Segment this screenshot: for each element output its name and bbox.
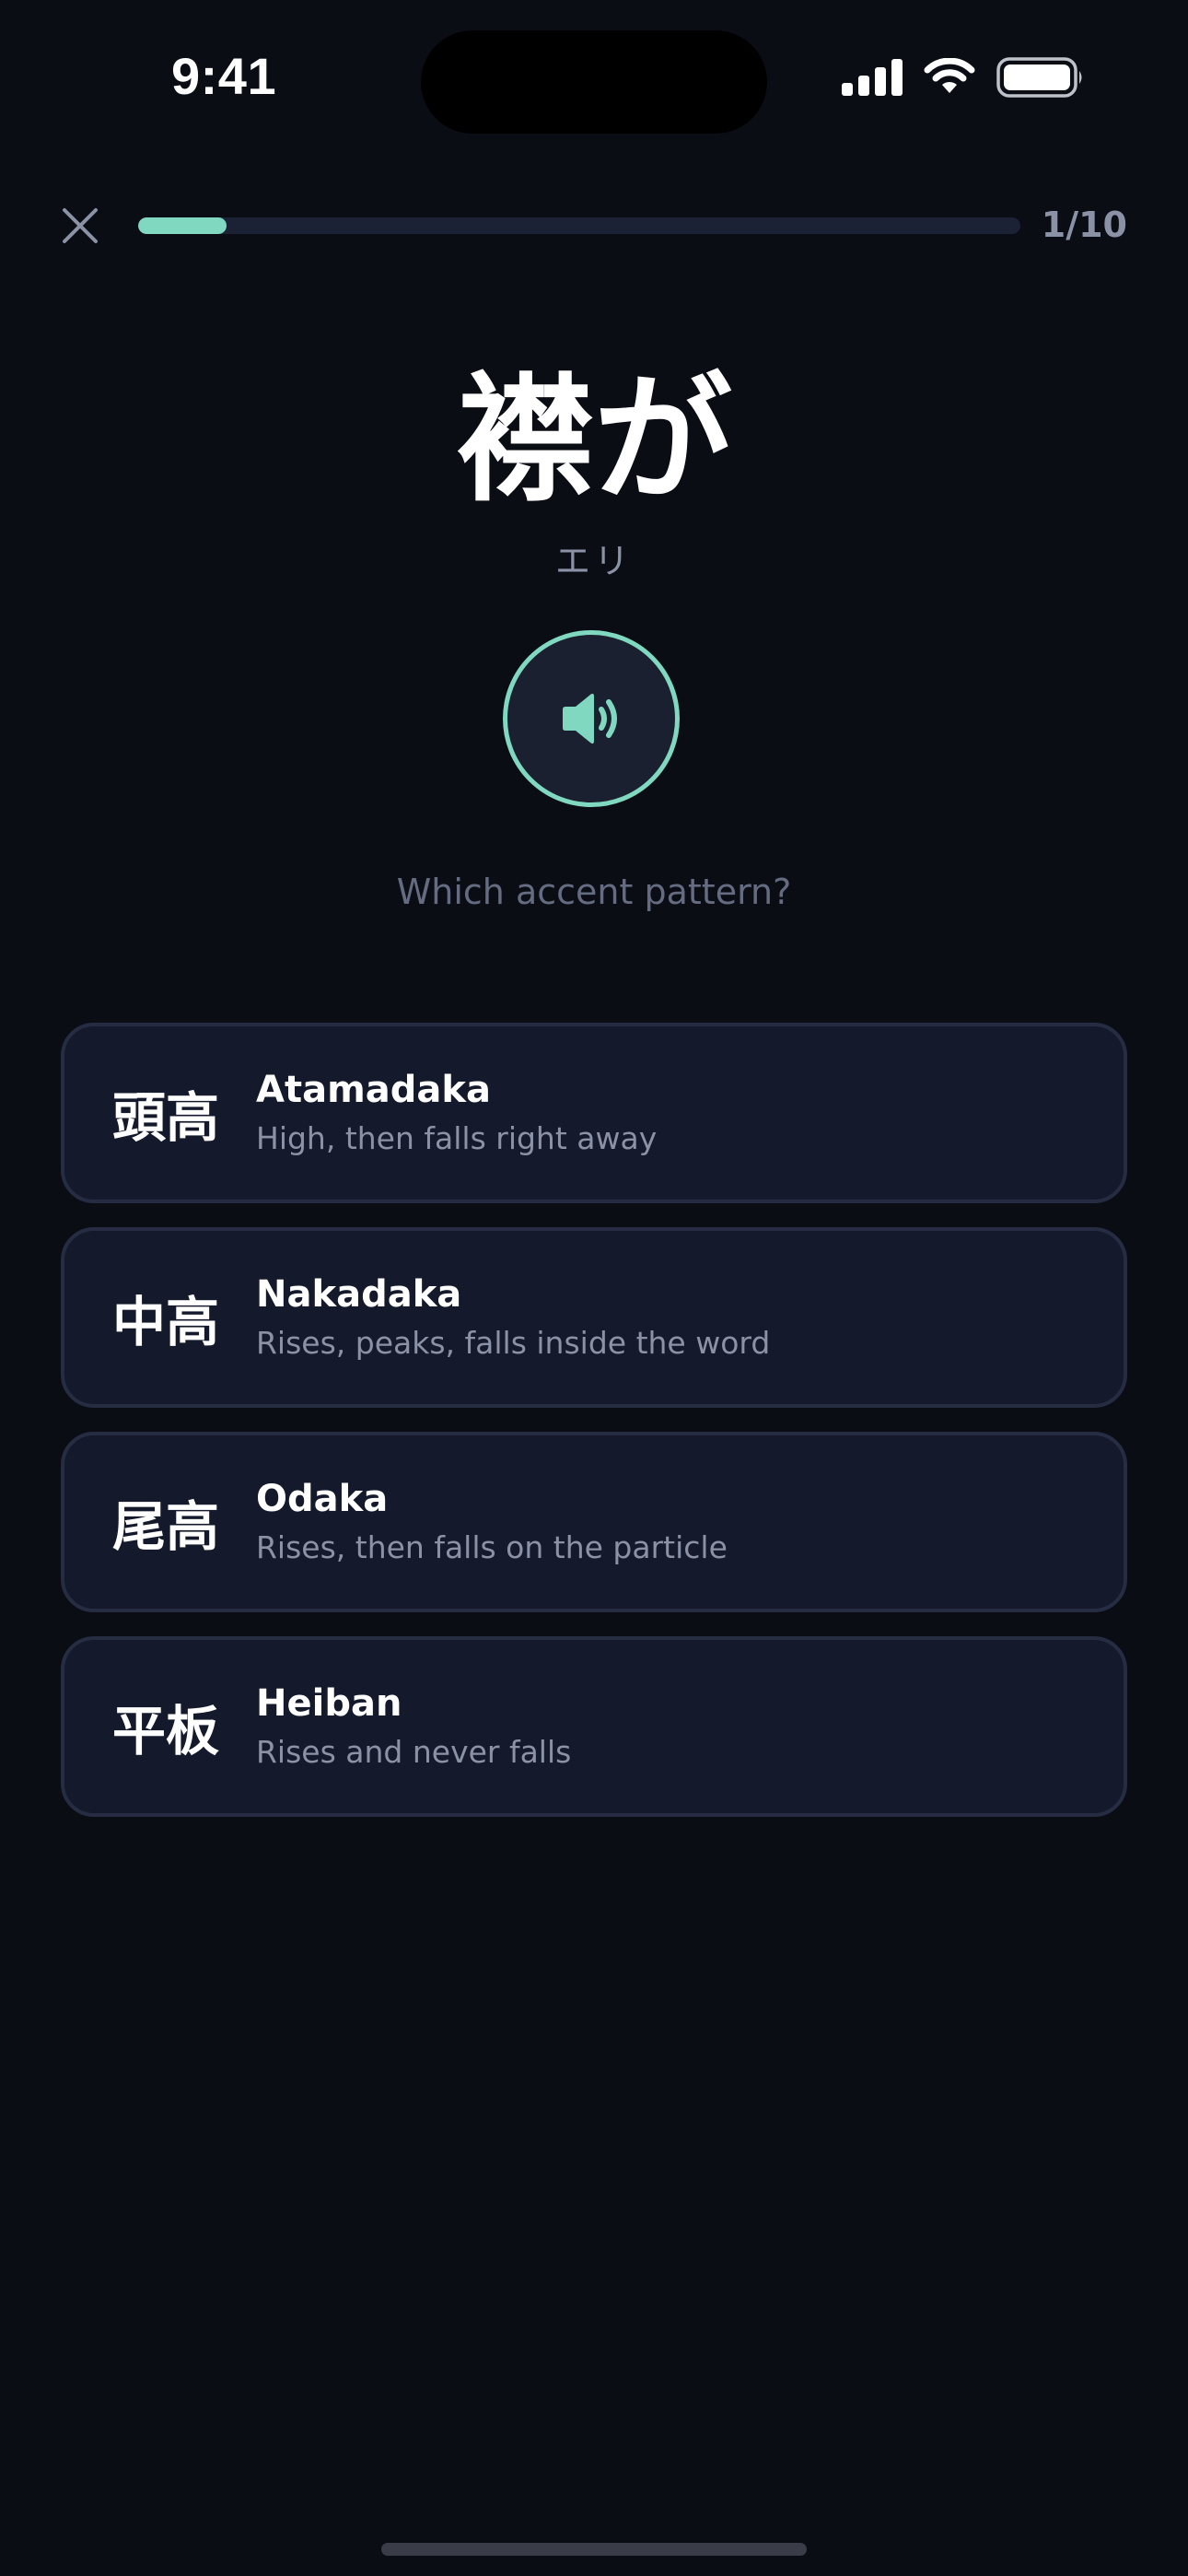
status-time: 9:41 (171, 47, 277, 105)
option-kanji: 頭高 (112, 1086, 220, 1149)
option-title: Nakadaka (256, 1273, 462, 1316)
dynamic-island (421, 30, 767, 134)
option-odaka[interactable]: 尾高 Odaka Rises, then falls on the partic… (61, 1432, 1127, 1612)
option-atamadaka[interactable]: 頭高 Atamadaka High, then falls right away (61, 1023, 1127, 1203)
option-title: Atamadaka (256, 1069, 491, 1111)
close-button[interactable] (59, 205, 101, 247)
option-kanji: 尾高 (112, 1495, 220, 1558)
option-description: Rises, peaks, falls inside the word (256, 1325, 771, 1361)
option-heiban[interactable]: 平板 Heiban Rises and never falls (61, 1636, 1127, 1817)
play-audio-button[interactable] (503, 630, 680, 807)
target-word: 襟が (455, 360, 732, 521)
option-description: High, then falls right away (256, 1120, 658, 1156)
option-description: Rises, then falls on the particle (256, 1529, 728, 1565)
option-kanji: 中高 (112, 1291, 220, 1353)
speaker-icon (563, 693, 617, 744)
progress-bar-fill (138, 217, 227, 234)
option-title: Heiban (256, 1682, 402, 1725)
home-indicator[interactable] (381, 2543, 807, 2556)
answer-options: 頭高 Atamadaka High, then falls right away… (61, 1023, 1127, 1817)
wifi-icon (923, 58, 976, 97)
option-nakadaka[interactable]: 中高 Nakadaka Rises, peaks, falls inside t… (61, 1227, 1127, 1408)
cellular-signal-icon (842, 59, 903, 96)
option-kanji: 平板 (112, 1700, 220, 1762)
status-icons (842, 57, 1085, 98)
option-description: Rises and never falls (256, 1734, 572, 1770)
progress-count: 1/10 (1041, 205, 1127, 245)
word-reading: エリ (554, 541, 633, 581)
battery-icon (996, 57, 1085, 98)
close-icon (63, 208, 98, 243)
progress-bar (138, 217, 1020, 234)
question-prompt: Which accent pattern? (396, 872, 792, 912)
option-title: Odaka (256, 1478, 389, 1520)
